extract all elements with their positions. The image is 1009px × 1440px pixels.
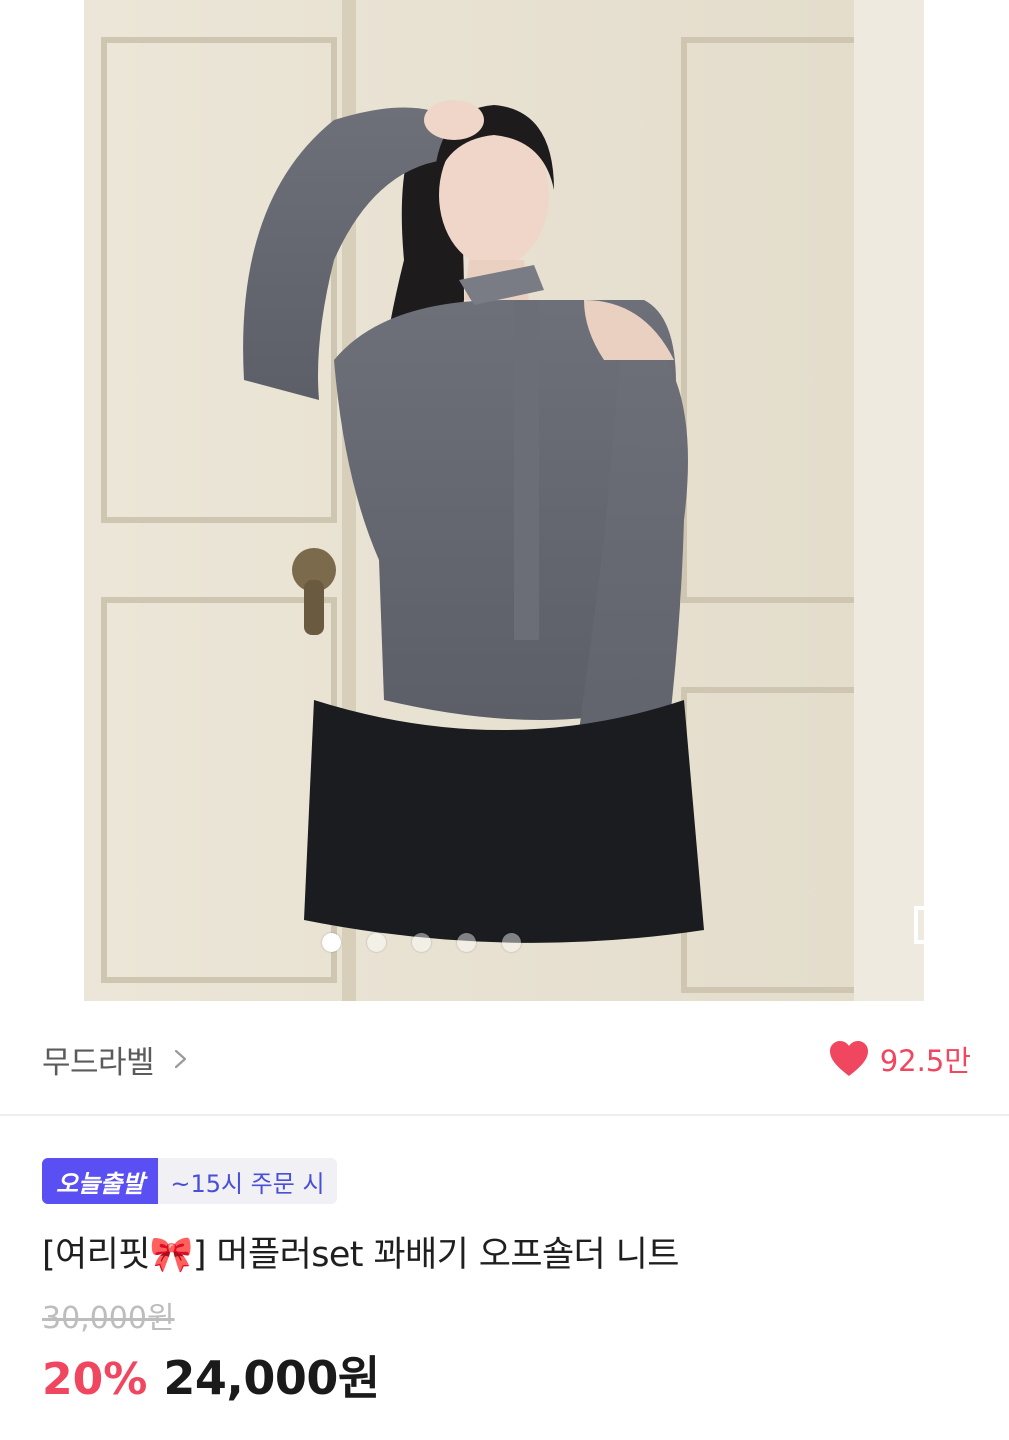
like-count: 92.5만 <box>879 1044 971 1078</box>
carousel-dot-4[interactable] <box>456 933 476 952</box>
heart-icon <box>829 1041 868 1076</box>
product-image-carousel[interactable] <box>84 0 924 1001</box>
shop-link[interactable]: 무드라벨 <box>42 1039 188 1081</box>
product-photo <box>84 0 924 1001</box>
shop-name: 무드라벨 <box>42 1044 155 1081</box>
like-button[interactable]: 92.5만 <box>828 1039 971 1079</box>
dispatch-cutoff-badge: ~15시 주문 시 <box>158 1158 337 1204</box>
product-title: [여리핏🎀] 머플러set 꽈배기 오프숄더 니트 <box>42 1235 679 1275</box>
carousel-dot-5[interactable] <box>501 933 521 952</box>
carousel-dot-3[interactable] <box>411 933 431 952</box>
shop-row: 무드라벨 92.5만 <box>0 1001 1009 1116</box>
chevron-right-icon <box>174 1049 187 1069</box>
today-dispatch-badge: 오늘출발 <box>42 1158 159 1204</box>
carousel-dot-1[interactable] <box>321 933 341 952</box>
price-row: 20% 24,000원 <box>42 1342 380 1408</box>
carousel-indicators <box>84 933 841 952</box>
sale-price: 24,000원 <box>163 1351 380 1405</box>
expand-icon[interactable] <box>914 906 924 944</box>
shipping-badge: 오늘출발 ~15시 주문 시 <box>42 1158 337 1204</box>
discount-rate: 20% <box>42 1354 148 1405</box>
product-page: 무드라벨 92.5만 오늘출발 ~15시 주문 시 [여리핏🎀] 머플러set … <box>0 0 1009 1440</box>
carousel-dot-2[interactable] <box>366 933 386 952</box>
original-price: 30,000원 <box>42 1301 175 1336</box>
